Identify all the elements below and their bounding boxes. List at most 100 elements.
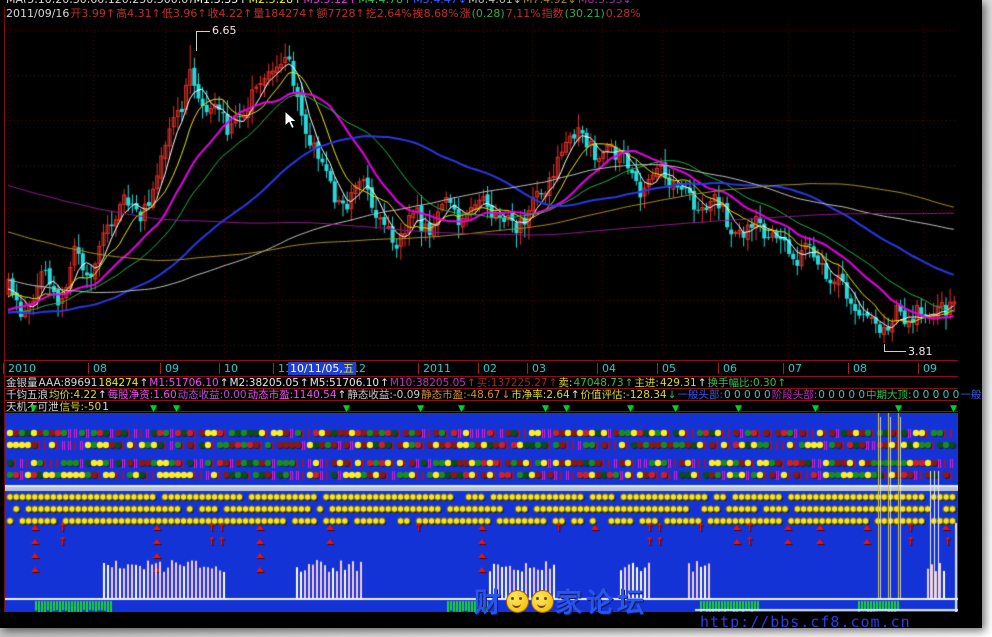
- axis-tick-mark: [848, 363, 849, 374]
- axis-tick-mark: [783, 363, 784, 374]
- smiley-icon: [506, 590, 529, 613]
- selected-date-highlight: 10/11/05,五: [288, 362, 356, 375]
- ma-value: MA(5,10,20,30,60,120,250,500,0): [6, 0, 193, 3]
- screenshot-photo: MA(5,10,20,30,60,120,250,500,0) M1:5.35↑…: [0, 0, 992, 637]
- valuation-field: 千钧五浪: [6, 389, 48, 400]
- valuation-field: 静态收益:-0.09: [347, 389, 420, 400]
- forum-watermark: 财 家论坛: [474, 581, 648, 620]
- axis-tick-label: 09: [923, 362, 937, 375]
- volume-field: 买:137225.27: [477, 377, 548, 388]
- low-label-connector: [884, 344, 885, 352]
- volume-field: ↑: [467, 377, 476, 388]
- axis-tick-label: 02: [483, 362, 497, 375]
- volume-field: ↑: [380, 377, 389, 388]
- axis-tick-label: 05: [662, 362, 676, 375]
- axis-tick-label: 06: [723, 362, 737, 375]
- volume-field: M5:51706.10: [310, 377, 379, 388]
- valuation-field: 0 0 0 0 0: [724, 389, 771, 400]
- axis-tick-mark: [478, 363, 479, 374]
- peak-price-label: 6.65: [212, 24, 237, 37]
- axis-tick-mark: [219, 363, 220, 374]
- axis-tick-label: 2011: [423, 362, 451, 375]
- axis-tick-mark: [597, 363, 598, 374]
- valuation-indicator-row: 千钧五浪 均价:4.22↑每股净资:1.60 动态收益:0.00 动态市盈:11…: [6, 389, 982, 400]
- quote-field: 0.28%: [606, 8, 641, 20]
- ma-value: M8:5.35↓: [578, 0, 632, 3]
- quote-field: 高4.31↑: [116, 8, 161, 20]
- axis-tick-mark: [918, 363, 919, 374]
- quote-field: (30.21): [565, 8, 605, 20]
- axis-tick-label: 2010: [8, 362, 36, 375]
- candlestick-chart[interactable]: [0, 0, 982, 362]
- volume-field: ↑: [698, 377, 707, 388]
- selected-weekday: 五: [343, 362, 354, 375]
- ma-value: M2:5.28↑: [248, 0, 302, 3]
- forum-url[interactable]: http://bbs.cf8.com.cn: [700, 613, 911, 628]
- quote-field: 量184274↑: [253, 8, 315, 20]
- ma-value: M1:5.35↑: [194, 0, 248, 3]
- axis-tick-label: 09: [165, 362, 179, 375]
- valuation-field: 一般头部:: [677, 389, 723, 400]
- quote-info-row: 2011/09/16 开3.99↑高4.31↑低3.96↑收4.22↑量1842…: [6, 8, 982, 21]
- axis-tick-mark: [160, 363, 161, 374]
- volume-field: 47048.73: [573, 377, 623, 388]
- valuation-field: 市净率:2.64: [511, 389, 569, 400]
- quote-field: 挨8.68%: [413, 8, 459, 20]
- valuation-field: ↑: [338, 389, 347, 400]
- watermark-text: 家论坛: [555, 588, 648, 619]
- ma-value: M5:4.47↓: [413, 0, 467, 3]
- valuation-field: ↓: [501, 389, 510, 400]
- volume-field: M2:38205.05: [230, 377, 299, 388]
- valuation-field: 一般底部:: [960, 389, 982, 400]
- volume-field: ↑: [777, 377, 786, 388]
- quote-field: 指数: [542, 8, 564, 20]
- peak-label-connector: [196, 31, 197, 51]
- ma-value: M7:4.92↓: [523, 0, 577, 3]
- quote-field: 涨: [460, 8, 471, 20]
- valuation-field: 均价:4.22: [49, 389, 97, 400]
- quote-field: 低3.96↑: [162, 8, 207, 20]
- axis-tick-mark: [88, 363, 89, 374]
- quote-field: 扢2.64%: [366, 8, 412, 20]
- valuation-field: 动态收益:0.00: [178, 389, 247, 400]
- ma-value: M4:4.78↑: [358, 0, 412, 3]
- volume-field: AAA:89691: [39, 377, 98, 388]
- volume-indicator-row: 金银量 AAA:89691 184274↑M1:51706.10↑M2:3820…: [6, 377, 982, 388]
- watermark-text: 财: [474, 588, 505, 619]
- volume-field: 卖:: [558, 377, 572, 388]
- red-separator-line: [4, 360, 958, 361]
- mouse-cursor-icon: [284, 110, 300, 130]
- quote-field: 7.11%: [506, 8, 541, 20]
- volume-field: ↑: [549, 377, 558, 388]
- volume-field: ↑: [625, 377, 634, 388]
- quote-field: 开3.99↑: [70, 8, 115, 20]
- volume-field: ↑: [300, 377, 309, 388]
- volume-field: 429.31: [660, 377, 697, 388]
- valuation-field: 中期大顶:: [866, 389, 912, 400]
- signal-field: 信号:-50: [60, 401, 102, 412]
- axis-tick-mark: [418, 363, 419, 374]
- axis-tick-mark: [718, 363, 719, 374]
- volume-field: ↑: [139, 377, 148, 388]
- volume-field: M1:51706.10: [149, 377, 218, 388]
- valuation-field: 价值评估:-128.34: [581, 389, 667, 400]
- axis-tick-label: 07: [788, 362, 802, 375]
- date-axis: 201008091011122011020304050607080910/11/…: [0, 362, 982, 376]
- quote-field: 2011/09/16: [6, 8, 69, 20]
- low-price-label: 3.81: [908, 345, 933, 358]
- volume-field: 主进:: [634, 377, 659, 388]
- ma-header-row: MA(5,10,20,30,60,120,250,500,0) M1:5.35↑…: [6, 0, 982, 3]
- axis-tick-label: 03: [532, 362, 546, 375]
- volume-field: ↑: [220, 377, 229, 388]
- axis-tick-mark: [527, 363, 528, 374]
- ma-value: M3:5.12↑: [303, 0, 357, 3]
- valuation-field: 阶段头部:: [772, 389, 818, 400]
- valuation-field: ↓: [668, 389, 677, 400]
- quote-field: (0.28): [472, 8, 505, 20]
- app-window: MA(5,10,20,30,60,120,250,500,0) M1:5.35↑…: [0, 0, 982, 628]
- volume-field: 金银量: [6, 377, 38, 388]
- valuation-field: ↑: [571, 389, 580, 400]
- selected-date: 10/11/05,: [290, 362, 343, 375]
- valuation-field: ↑: [98, 389, 107, 400]
- axis-tick-label: 08: [853, 362, 867, 375]
